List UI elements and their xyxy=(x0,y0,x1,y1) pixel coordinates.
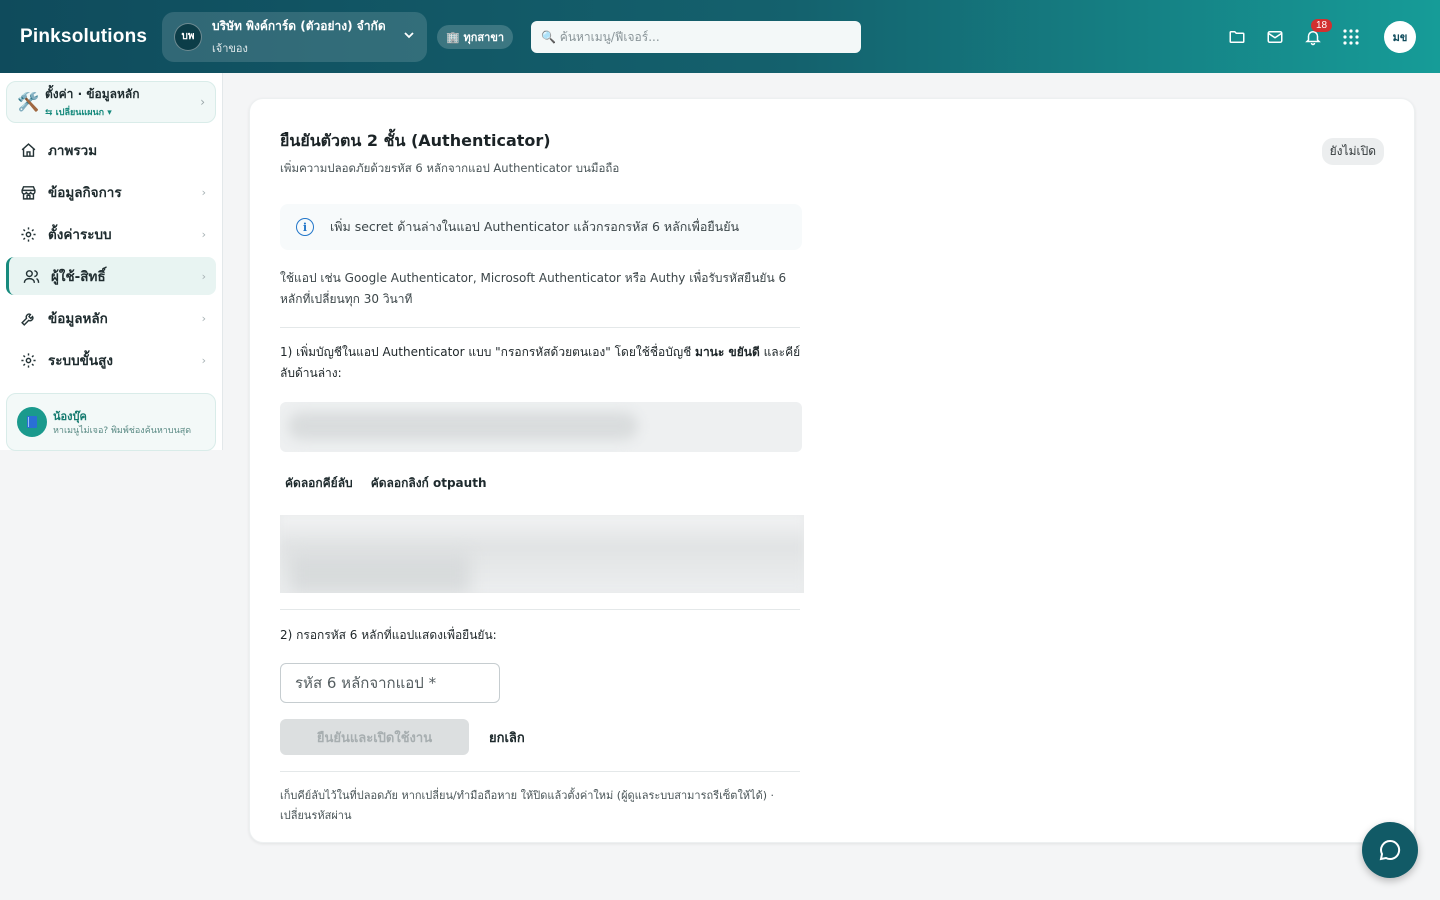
step2-instructions: 2) กรอกรหัส 6 หลักที่แอปแสดงเพื่อยืนยัน: xyxy=(280,628,497,642)
chat-bubble-icon xyxy=(1379,839,1401,861)
top-bar: Pinksolutions บพ บริษัท พิงค์การ์ด (ตัวอ… xyxy=(0,0,1440,73)
chevron-right-icon: › xyxy=(201,227,206,241)
footnote-text: เก็บคีย์ลับไว้ในที่ปลอดภัย หากเปลี่ยน/ทำ… xyxy=(280,789,775,822)
chevron-right-icon: › xyxy=(201,353,206,367)
description-text: ใช้แอป เช่น Google Authenticator, Micros… xyxy=(280,271,787,306)
org-role: เจ้าของ xyxy=(212,41,248,55)
sidebar-item-label: ข้อมูลหลัก xyxy=(48,311,108,327)
sidebar-item-business-info[interactable]: ข้อมูลกิจการ › xyxy=(6,173,216,211)
page-subtitle: เพิ่มความปลอดภัยด้วยรหัส 6 หลักจากแอป Au… xyxy=(280,161,620,175)
top-actions: 18 มข xyxy=(1218,18,1416,56)
qr-code-area xyxy=(280,515,804,593)
org-text: บริษัท พิงค์การ์ด (ตัวอย่าง) จำกัด เจ้าข… xyxy=(212,17,397,57)
action-buttons: ยืนยันและเปิดใช้งาน ยกเลิก xyxy=(280,719,800,755)
store-icon xyxy=(20,184,40,201)
org-avatar: บพ xyxy=(174,22,202,51)
sidebar-item-advanced[interactable]: ระบบขั้นสูง › xyxy=(6,341,216,379)
book-icon xyxy=(17,407,47,437)
assistant-helper[interactable]: น้องบุ๊ค หาเมนูไม่เจอ? พิมพ์ช่องค้นหาบนส… xyxy=(6,393,216,451)
apps-grid-icon[interactable] xyxy=(1332,18,1370,56)
home-icon xyxy=(20,142,40,159)
search-input[interactable] xyxy=(541,29,852,44)
helper-text: น้องบุ๊ค หาเมนูไม่เจอ? พิมพ์ช่องค้นหาบนส… xyxy=(53,407,201,437)
chevron-down-icon xyxy=(403,29,415,44)
sidebar-item-label: ตั้งค่าระบบ xyxy=(48,227,112,243)
step1-instructions: 1) เพิ่มบัญชีในแอป Authenticator แบบ "กร… xyxy=(280,342,802,384)
sidebar: 🛠️ ตั้งค่า · ข้อมูลหลัก ⇆ เปลี่ยนแผนก ▾ … xyxy=(0,73,223,451)
page-title: ยืนยันตัวตน 2 ชั้น (Authenticator) xyxy=(280,131,551,150)
sidebar-item-users-permissions[interactable]: ผู้ใช้-สิทธิ์ › xyxy=(6,257,216,295)
cancel-button[interactable]: ยกเลิก xyxy=(489,727,525,748)
sidebar-item-master-data[interactable]: ข้อมูลหลัก › xyxy=(6,299,216,337)
chat-button[interactable] xyxy=(1362,822,1418,878)
helper-subtitle: หาเมนูไม่เจอ? พิมพ์ช่องค้นหาบนสุด xyxy=(53,426,192,436)
card-content: ยืนยันตัวตน 2 ชั้น (Authenticator) เพิ่ม… xyxy=(280,129,804,826)
copy-secret-button[interactable]: คัดลอกคีย์ลับ xyxy=(285,474,353,493)
secret-key-field xyxy=(280,402,802,452)
chevron-right-icon: › xyxy=(200,95,205,109)
org-name: บริษัท พิงค์การ์ด (ตัวอย่าง) จำกัด xyxy=(212,18,386,33)
brand-logo[interactable]: Pinksolutions xyxy=(20,26,162,48)
chevron-right-icon: › xyxy=(201,311,206,325)
confirm-enable-button[interactable]: ยืนยันและเปิดใช้งาน xyxy=(280,719,469,755)
copy-otpauth-button[interactable]: คัดลอกลิงก์ otpauth xyxy=(371,474,487,493)
info-alert: i เพิ่ม secret ด้านล่างในแอป Authenticat… xyxy=(280,204,802,250)
folder-icon[interactable] xyxy=(1218,18,1256,56)
step1-prefix: 1) เพิ่มบัญชีในแอป Authenticator แบบ "กร… xyxy=(280,345,696,359)
chevron-right-icon: › xyxy=(201,185,206,199)
settings-icon xyxy=(20,352,40,369)
sidebar-head-title: ตั้งค่า · ข้อมูลหลัก xyxy=(45,87,140,101)
sidebar-head-text: ตั้งค่า · ข้อมูลหลัก ⇆ เปลี่ยนแผนก ▾ xyxy=(45,85,200,119)
branch-selector[interactable]: 🏢 ทุกสาขา xyxy=(437,24,514,49)
search-bar[interactable] xyxy=(531,20,862,53)
sidebar-item-system-settings[interactable]: ตั้งค่าระบบ › xyxy=(6,215,216,253)
divider xyxy=(280,771,800,772)
org-switcher[interactable]: บพ บริษัท พิงค์การ์ด (ตัวอย่าง) จำกัด เจ… xyxy=(162,11,427,62)
step1-account-name: มานะ ขยันดี xyxy=(695,345,760,359)
change-department-link[interactable]: ⇆ เปลี่ยนแผนก ▾ xyxy=(45,105,200,119)
user-avatar[interactable]: มข xyxy=(1384,20,1416,53)
otp-code-field[interactable] xyxy=(280,663,500,703)
sidebar-item-label: ข้อมูลกิจการ xyxy=(48,185,122,201)
tools-icon: 🛠️ xyxy=(17,91,40,113)
sidebar-item-label: ผู้ใช้-สิทธิ์ xyxy=(51,269,106,285)
info-icon: i xyxy=(296,218,314,236)
otp-code-input[interactable] xyxy=(295,674,485,692)
sidebar-item-label: ภาพรวม xyxy=(48,143,98,159)
chevron-right-icon: › xyxy=(201,269,206,283)
sidebar-section-switcher[interactable]: 🛠️ ตั้งค่า · ข้อมูลหลัก ⇆ เปลี่ยนแผนก ▾ … xyxy=(6,81,216,123)
notification-badge: 18 xyxy=(1311,18,1333,32)
users-icon xyxy=(23,268,43,285)
copy-actions: คัดลอกคีย์ลับ คัดลอกลิงก์ otpauth xyxy=(280,474,800,493)
helper-title: น้องบุ๊ค xyxy=(53,410,87,423)
divider xyxy=(280,609,800,610)
info-text: เพิ่ม secret ด้านล่างในแอป Authenticator… xyxy=(330,219,740,234)
bell-icon[interactable]: 18 xyxy=(1294,18,1333,56)
settings-icon xyxy=(20,226,40,243)
sidebar-item-label: ระบบขั้นสูง xyxy=(48,353,113,369)
sidebar-item-overview[interactable]: ภาพรวม xyxy=(6,131,216,169)
divider xyxy=(280,327,800,328)
mail-icon[interactable] xyxy=(1256,18,1294,56)
wrench-icon xyxy=(20,310,40,327)
status-badge: ยังไม่เปิด xyxy=(1321,138,1384,165)
two-factor-card: ยังไม่เปิด ยืนยันตัวตน 2 ชั้น (Authentic… xyxy=(249,98,1415,843)
